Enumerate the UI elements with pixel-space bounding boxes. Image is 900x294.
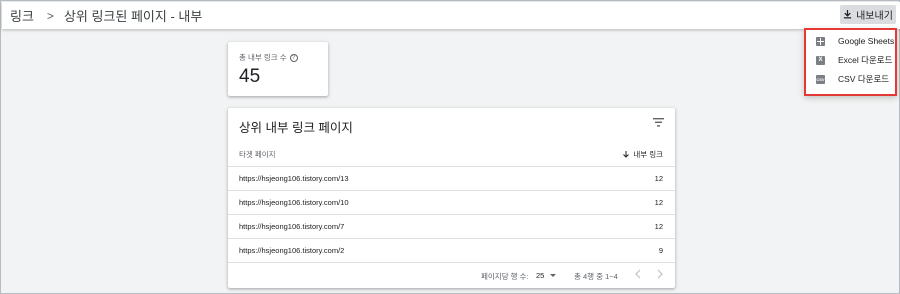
row-url[interactable]: https://hsjeong106.tistory.com/10 [239,198,349,207]
menu-item-csv[interactable]: CSV CSV 다운로드 [816,72,889,86]
breadcrumb-separator: > [46,8,54,23]
pagination-range: 총 4행 중 1~4 [574,272,618,281]
chevron-left-icon[interactable] [634,269,642,279]
table-row[interactable]: https://hsjeong106.tistory.com/10 12 [228,190,675,213]
column-header-target-page[interactable]: 타겟 페이지 [239,149,276,160]
row-count: 12 [654,198,663,207]
download-icon [843,10,852,19]
export-menu: Google Sheets X Excel 다운로드 CSV CSV 다운로드 [804,28,897,96]
menu-item-label: Excel 다운로드 [838,55,893,65]
top-internal-links-table: 상위 내부 링크 페이지 타겟 페이지 내부 링크 https://hsjeon… [228,108,675,288]
export-button[interactable]: 내보내기 [840,5,896,24]
column-header-internal-links[interactable]: 내부 링크 [623,149,663,160]
row-url[interactable]: https://hsjeong106.tistory.com/7 [239,222,344,231]
total-internal-links-card: 총 내부 링크 수 ? 45 [228,42,328,96]
table-row[interactable]: https://hsjeong106.tistory.com/7 12 [228,214,675,237]
filter-icon[interactable] [653,118,664,127]
top-bar: 링크 > 상위 링크된 페이지 - 내부 내보내기 [2,2,900,29]
table-row[interactable]: https://hsjeong106.tistory.com/2 9 [228,238,675,261]
stat-label-row: 총 내부 링크 수 ? [239,52,298,63]
row-url[interactable]: https://hsjeong106.tistory.com/13 [239,174,349,183]
csv-icon: CSV [816,74,825,84]
breadcrumb-root[interactable]: 링크 [10,6,34,25]
table-title: 상위 내부 링크 페이지 [239,121,353,135]
row-count: 12 [654,174,663,183]
sort-desc-icon [623,151,630,158]
row-count: 12 [654,222,663,231]
row-count: 9 [658,246,663,255]
rows-per-page-select[interactable]: 25 [536,271,557,280]
window-frame: 링크 > 상위 링크된 페이지 - 내부 내보내기 Google Sheets … [0,0,900,294]
menu-item-google-sheets[interactable]: Google Sheets [816,34,894,48]
row-url[interactable]: https://hsjeong106.tistory.com/2 [239,246,344,255]
rows-per-page-value: 25 [536,271,545,280]
caret-down-icon [550,274,557,277]
table-row[interactable]: https://hsjeong106.tistory.com/13 12 [228,166,675,189]
excel-icon: X [816,55,825,65]
sheets-icon [816,36,825,46]
menu-item-label: Google Sheets [838,36,895,46]
menu-item-label: CSV 다운로드 [838,74,890,84]
column-header-label: 내부 링크 [633,150,663,159]
export-label: 내보내기 [856,11,893,22]
table-pagination: 페이지당 행 수: 25 총 4행 중 1~4 [228,262,675,288]
page-title: 상위 링크된 페이지 - 내부 [63,9,203,24]
stat-value: 45 [239,66,261,87]
chevron-right-icon[interactable] [656,269,664,279]
rows-per-page-label: 페이지당 행 수: [481,272,529,281]
help-icon[interactable]: ? [289,53,298,62]
menu-item-excel[interactable]: X Excel 다운로드 [816,53,892,67]
stat-label: 총 내부 링크 수 [239,53,287,62]
